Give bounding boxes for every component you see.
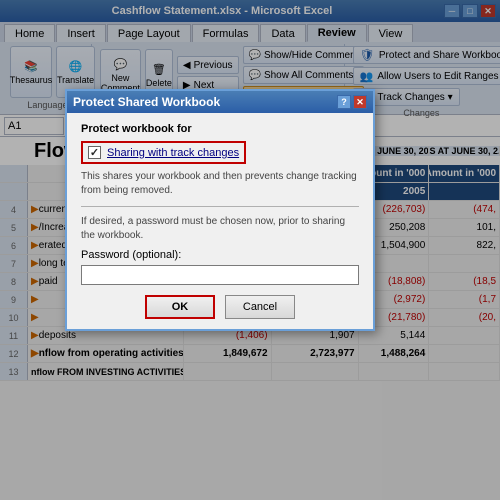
sharing-label: Sharing with track changes <box>107 147 239 159</box>
cancel-button[interactable]: Cancel <box>225 295 295 319</box>
password-label: Password (optional): <box>81 249 359 261</box>
dialog-overlay: Protect Shared Workbook ? ✕ Protect work… <box>0 0 500 500</box>
protect-for-label: Protect workbook for <box>81 123 359 135</box>
dialog-close-button[interactable]: ✕ <box>353 95 367 109</box>
dialog-body: Protect workbook for ✓ Sharing with trac… <box>67 113 373 329</box>
sharing-track-changes-row: ✓ Sharing with track changes <box>81 141 246 164</box>
dialog-help-button[interactable]: ? <box>337 95 351 109</box>
dialog-note: If desired, a password must be chosen no… <box>81 215 359 243</box>
sharing-checkbox[interactable]: ✓ <box>88 146 101 159</box>
password-input[interactable] <box>81 265 359 285</box>
dialog-title-bar: Protect Shared Workbook ? ✕ <box>67 91 373 113</box>
dialog-divider <box>81 206 359 207</box>
dialog-buttons: OK Cancel <box>81 295 359 319</box>
protect-shared-workbook-dialog: Protect Shared Workbook ? ✕ Protect work… <box>65 89 375 331</box>
dialog-description: This shares your workbook and then preve… <box>81 170 359 198</box>
ok-button[interactable]: OK <box>145 295 215 319</box>
checkmark-icon: ✓ <box>90 146 99 159</box>
dialog-title: Protect Shared Workbook <box>73 95 337 109</box>
dialog-title-buttons: ? ✕ <box>337 95 367 109</box>
